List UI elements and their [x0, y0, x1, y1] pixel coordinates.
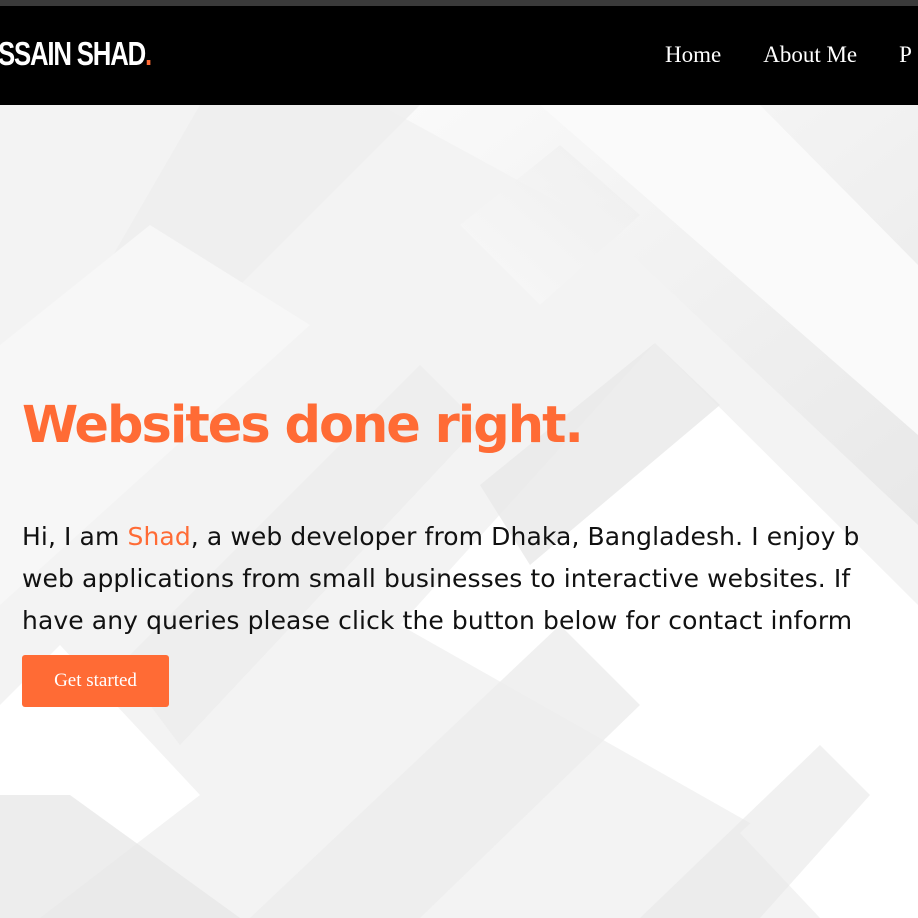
nav-link-partial[interactable]: P [899, 40, 912, 70]
logo-dot: . [145, 35, 152, 72]
main-nav: Home About Me P [665, 40, 912, 70]
intro-name: Shad [127, 522, 191, 551]
hero-intro-line-3: have any queries please click the button… [22, 606, 853, 635]
hero-background-shapes [0, 105, 918, 918]
hero-intro-line-2: web applications from small businesses t… [22, 564, 851, 593]
page: SSAIN SHAD. Home About Me P Websites don… [0, 0, 918, 918]
intro-prefix: Hi, I am [22, 522, 128, 551]
intro-line1-rest: , a web developer from Dhaka, Bangladesh… [190, 522, 860, 551]
hero-intro: Hi, I am Shad, a web developer from Dhak… [22, 516, 918, 642]
site-logo[interactable]: SSAIN SHAD. [0, 32, 152, 76]
hero-intro-line-1: Hi, I am Shad, a web developer from Dhak… [22, 516, 918, 558]
nav-link-home[interactable]: Home [665, 40, 721, 70]
logo-text: SSAIN SHAD [0, 35, 146, 72]
get-started-button[interactable]: Get started [22, 655, 169, 707]
hero-section: Websites done right. Hi, I am Shad, a we… [0, 105, 918, 918]
navbar: SSAIN SHAD. Home About Me P [0, 6, 918, 105]
nav-link-about-me[interactable]: About Me [763, 40, 857, 70]
hero-title: Websites done right. [22, 396, 584, 455]
